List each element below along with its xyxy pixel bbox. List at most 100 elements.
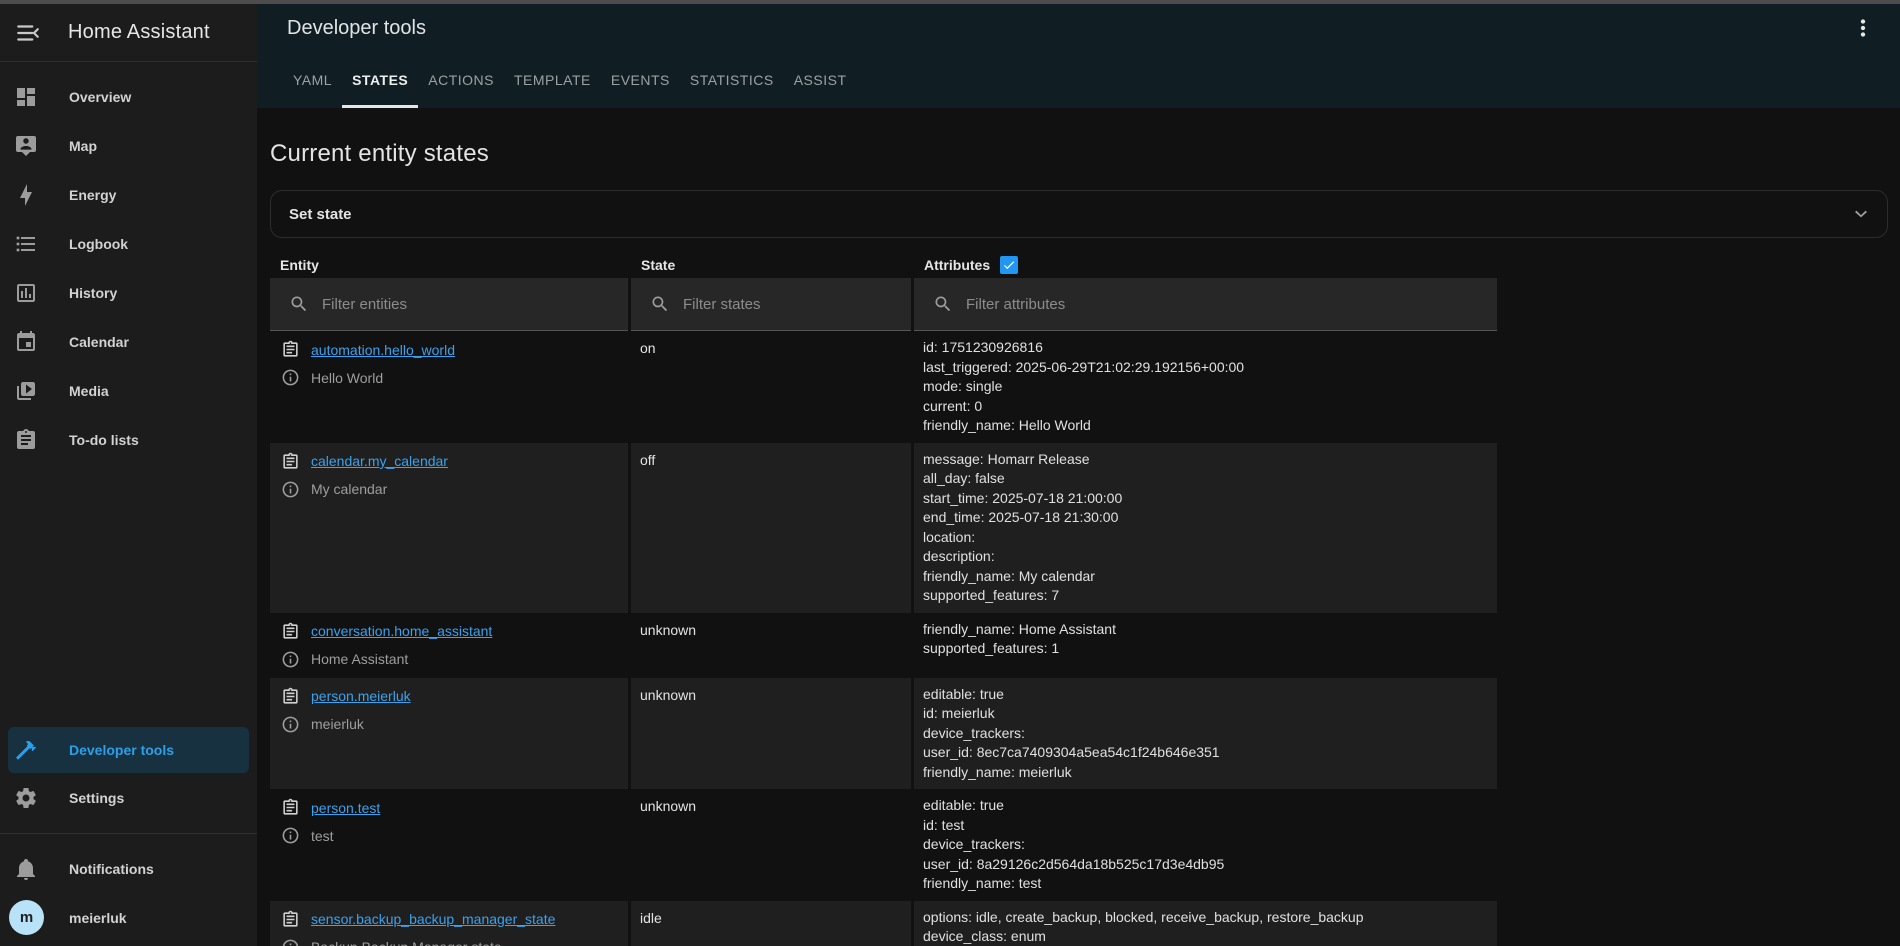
tab-bar: YAMLSTATESACTIONSTEMPLATEEVENTSSTATISTIC… (283, 52, 1900, 108)
sidebar-item-media[interactable]: Media (0, 366, 257, 415)
sidebar-item-calendar[interactable]: Calendar (0, 317, 257, 366)
table-row: calendar.my_calendarMy calendaroffmessag… (270, 443, 1497, 613)
filter-input-attributes[interactable] (966, 296, 1417, 313)
table-row: sensor.backup_backup_manager_state Backup… (270, 901, 1497, 946)
search-icon (650, 294, 670, 314)
sidebar-item-label: Settings (69, 790, 124, 806)
attribute-line: options: idle, create_backup, blocked, r… (923, 908, 1497, 928)
avatar: m (9, 900, 44, 935)
attribute-line: id: test (923, 816, 1497, 836)
column-header-attributes: Attributes (914, 252, 1497, 278)
attribute-line: current: 0 (923, 397, 1497, 417)
entity-link[interactable]: sensor.backup_backup_manager_state (311, 911, 555, 927)
copy-entity-id-icon[interactable] (281, 340, 300, 359)
attribute-line: message: Homarr Release (923, 450, 1497, 470)
entity-info-icon[interactable] (281, 715, 300, 734)
sidebar-item-label: Map (69, 138, 97, 154)
entity-friendly-name: Backup Backup Manager state (311, 939, 502, 946)
table-row: person.testtestunknowneditable: trueid: … (270, 789, 1497, 901)
entity-cell: automation.hello_worldHello World (270, 331, 628, 443)
sidebar-item-logbook[interactable]: Logbook (0, 219, 257, 268)
entity-info-icon[interactable] (281, 938, 300, 946)
set-state-label: Set state (289, 206, 352, 223)
format-list-bulleted-icon (14, 232, 38, 256)
overflow-menu-icon[interactable] (1850, 15, 1876, 41)
column-header-state: State (631, 252, 911, 278)
sidebar-item-notifications[interactable]: Notifications (0, 844, 257, 893)
section-heading: Current entity states (270, 140, 1888, 168)
attribute-line: editable: true (923, 796, 1497, 816)
filter-input-state[interactable] (683, 296, 892, 313)
sidebar-item-label: Energy (69, 187, 116, 203)
tab-assist[interactable]: ASSIST (784, 52, 857, 108)
sidebar-item-history[interactable]: History (0, 268, 257, 317)
tab-template[interactable]: TEMPLATE (504, 52, 601, 108)
sidebar-spacer (0, 464, 257, 727)
view-dashboard-icon (14, 85, 38, 109)
column-label: Entity (280, 257, 319, 273)
table-header-row: Entity State Attributes (270, 252, 1497, 278)
attributes-cell: editable: trueid: meierlukdevice_tracker… (914, 678, 1497, 790)
column-label: State (641, 257, 675, 273)
sidebar-item-label: History (69, 285, 117, 301)
copy-entity-id-icon[interactable] (281, 798, 300, 817)
column-header-entity: Entity (270, 252, 628, 278)
content: Current entity states Set state Entity St… (257, 108, 1900, 946)
entity-info-icon[interactable] (281, 480, 300, 499)
copy-entity-id-icon[interactable] (281, 622, 300, 641)
bell-icon (14, 857, 38, 881)
attributes-cell: friendly_name: Home Assistantsupported_f… (914, 613, 1497, 678)
attribute-line: last_triggered: 2025-06-29T21:02:29.1921… (923, 358, 1497, 378)
sidebar-item-map[interactable]: Map (0, 121, 257, 170)
entity-link[interactable]: person.meierluk (311, 688, 411, 704)
tab-events[interactable]: EVENTS (601, 52, 680, 108)
attribute-line: device_trackers: (923, 724, 1497, 744)
attribute-line: all_day: false (923, 469, 1497, 489)
sidebar-item-settings[interactable]: Settings (0, 773, 257, 822)
entity-info-icon[interactable] (281, 368, 300, 387)
sidebar-item-label: Media (69, 383, 109, 399)
copy-entity-id-icon[interactable] (281, 452, 300, 471)
set-state-panel[interactable]: Set state (270, 190, 1888, 238)
sidebar-item-profile[interactable]: mmeierluk (0, 893, 257, 942)
sidebar-item-developer-tools[interactable]: Developer tools (8, 727, 249, 773)
entity-friendly-name: My calendar (311, 481, 387, 497)
attribute-line: friendly_name: meierluk (923, 763, 1497, 783)
entity-link[interactable]: conversation.home_assistant (311, 623, 492, 639)
sidebar-item-overview[interactable]: Overview (0, 72, 257, 121)
tab-yaml[interactable]: YAML (283, 52, 342, 108)
state-cell: idle (631, 901, 911, 946)
filter-input-entity[interactable] (322, 296, 593, 313)
sidebar-item-energy[interactable]: Energy (0, 170, 257, 219)
attribute-line: id: meierluk (923, 704, 1497, 724)
sidebar-item-to-do-lists[interactable]: To-do lists (0, 415, 257, 464)
sidebar-header: Home Assistant (0, 4, 257, 62)
copy-entity-id-icon[interactable] (281, 910, 300, 929)
copy-entity-id-icon[interactable] (281, 687, 300, 706)
play-box-multiple-icon (14, 379, 38, 403)
entity-link[interactable]: calendar.my_calendar (311, 453, 448, 469)
state-cell: unknown (631, 613, 911, 678)
sidebar-toggle-icon[interactable] (15, 20, 41, 46)
sidebar-nav-bottom: Developer tools Settings (0, 727, 257, 822)
sidebar-divider (0, 833, 257, 834)
sidebar-item-label: Calendar (69, 334, 129, 350)
attribute-line: description: (923, 547, 1497, 567)
attributes-cell: id: 1751230926816last_triggered: 2025-06… (914, 331, 1497, 443)
tab-actions[interactable]: ACTIONS (418, 52, 504, 108)
chart-box-icon (14, 281, 38, 305)
entity-link[interactable]: person.test (311, 800, 380, 816)
entity-link[interactable]: automation.hello_world (311, 342, 455, 358)
tab-statistics[interactable]: STATISTICS (680, 52, 784, 108)
attribute-line: user_id: 8ec7ca7409304a5ea54c1f24b646e35… (923, 743, 1497, 763)
entity-cell: person.testtest (270, 789, 628, 901)
sidebar-item-label: To-do lists (69, 432, 139, 448)
state-cell: on (631, 331, 911, 443)
attribute-line: id: 1751230926816 (923, 338, 1497, 358)
entity-info-icon[interactable] (281, 826, 300, 845)
entity-info-icon[interactable] (281, 650, 300, 669)
attribute-line: end_time: 2025-07-18 21:30:00 (923, 508, 1497, 528)
tab-states[interactable]: STATES (342, 52, 418, 108)
attributes-checkbox[interactable] (1000, 256, 1018, 274)
attributes-cell: message: Homarr Releaseall_day: falsesta… (914, 443, 1497, 613)
